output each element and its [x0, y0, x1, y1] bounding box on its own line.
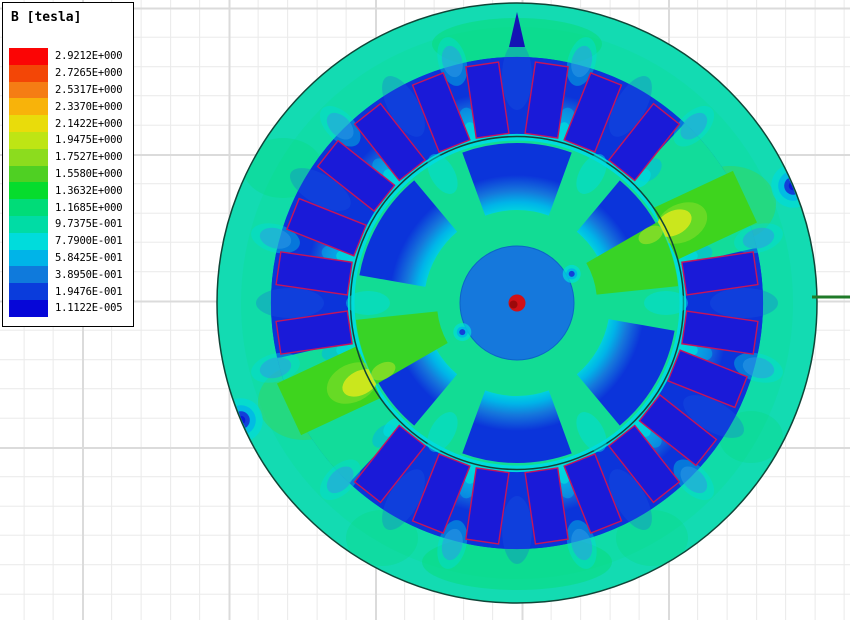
legend-band-row: 1.1122E-005 — [9, 299, 129, 317]
legend-band-row: 2.1422E+000 — [9, 115, 129, 132]
legend-color-swatch — [9, 148, 48, 166]
legend-title: B [tesla] — [11, 10, 82, 25]
legend-band-row: 2.3370E+000 — [9, 98, 129, 116]
segment-shading — [502, 496, 532, 564]
legend-color-swatch — [9, 266, 48, 284]
legend-band-row: 1.9475E+000 — [9, 131, 129, 149]
legend-value: 2.1422E+000 — [55, 117, 123, 130]
legend-color-swatch — [9, 199, 48, 216]
legend-color-swatch — [9, 182, 48, 200]
legend-band-row: 1.5580E+000 — [9, 165, 129, 183]
legend-color-swatch — [9, 249, 48, 267]
legend-value: 9.7375E-001 — [55, 218, 123, 231]
center-high-field-spot — [509, 300, 518, 309]
shaft-edge-spot — [568, 270, 575, 277]
legend-band-row: 1.1685E+000 — [9, 199, 129, 216]
segment-shading — [256, 288, 324, 318]
legend-value: 1.1685E+000 — [55, 201, 123, 214]
legend-color-swatch — [9, 215, 48, 233]
legend-color-swatch — [9, 98, 48, 116]
segment-shading — [710, 288, 778, 318]
legend-color-swatch — [9, 283, 48, 300]
shaft-edge-spot — [459, 329, 466, 336]
x-axis-edge-line — [812, 295, 850, 299]
legend-value: 1.9475E+000 — [55, 134, 123, 147]
legend-color-swatch — [9, 115, 48, 132]
colorbar-legend[interactable]: B [tesla] 2.9212E+000 2.7265E+000 2.5317E+… — [2, 2, 134, 327]
interpolar-shading — [346, 291, 390, 315]
legend-color-swatch — [9, 64, 48, 82]
legend-band-row: 1.3632E+000 — [9, 182, 129, 200]
legend-band-row: 2.9212E+000 — [9, 48, 129, 65]
legend-value: 1.7527E+000 — [55, 151, 123, 164]
legend-color-swatch — [9, 48, 48, 65]
legend-value: 2.7265E+000 — [55, 67, 123, 80]
legend-band-row: 9.7375E-001 — [9, 215, 129, 233]
segment-shading — [502, 42, 532, 110]
interpolar-shading — [644, 291, 688, 315]
legend-value: 2.3370E+000 — [55, 100, 123, 113]
legend-value: 1.3632E+000 — [55, 184, 123, 197]
legend-value: 1.1122E-005 — [55, 302, 123, 315]
legend-value: 5.8425E-001 — [55, 251, 123, 264]
legend-value: 2.9212E+000 — [55, 50, 123, 63]
legend-scale: 2.9212E+000 2.7265E+000 2.5317E+000 2.3370E… — [9, 48, 129, 317]
legend-value: 1.9476E-001 — [55, 285, 123, 298]
legend-band-row: 2.7265E+000 — [9, 64, 129, 82]
legend-color-swatch — [9, 81, 48, 99]
legend-color-swatch — [9, 232, 48, 250]
legend-color-swatch — [9, 131, 48, 149]
legend-value: 2.5317E+000 — [55, 83, 123, 96]
legend-color-swatch — [9, 299, 48, 317]
legend-band-row: 1.7527E+000 — [9, 148, 129, 166]
legend-color-swatch — [9, 165, 48, 183]
modeler-viewport[interactable]: B [tesla] 2.9212E+000 2.7265E+000 2.5317E+… — [0, 0, 850, 620]
legend-band-row: 1.9476E-001 — [9, 283, 129, 300]
legend-band-row: 3.8950E-001 — [9, 266, 129, 284]
legend-value: 3.8950E-001 — [55, 268, 123, 281]
legend-value: 1.5580E+000 — [55, 167, 123, 180]
legend-band-row: 5.8425E-001 — [9, 249, 129, 267]
legend-band-row: 7.7900E-001 — [9, 232, 129, 250]
legend-band-row: 2.5317E+000 — [9, 81, 129, 99]
legend-value: 7.7900E-001 — [55, 235, 123, 248]
